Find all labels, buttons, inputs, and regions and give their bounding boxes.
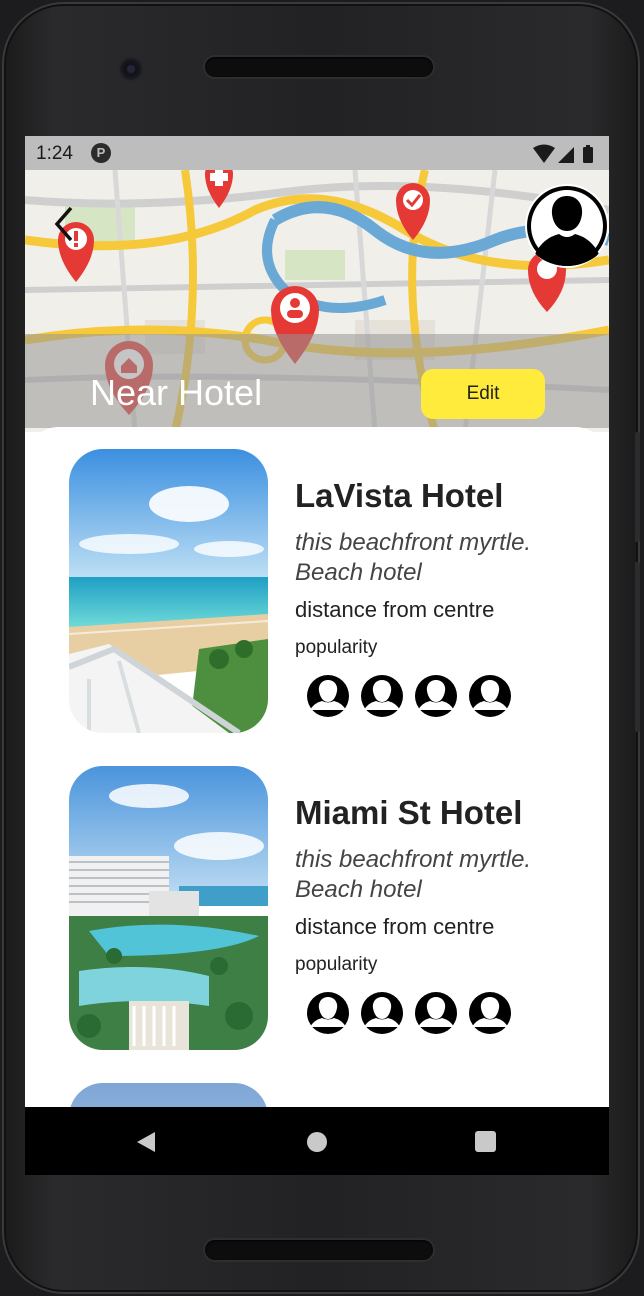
person-icon: [469, 675, 511, 717]
volume-button: [635, 562, 640, 732]
app-badge-icon: P: [91, 143, 111, 163]
bottom-speaker: [205, 1240, 433, 1260]
hotel-card[interactable]: Miami St Hotel this beachfront myrtle. B…: [69, 766, 589, 1056]
page-title: Near Hotel: [90, 372, 263, 413]
hotel-list: LaVista Hotel this beachfront myrtle. Be…: [25, 427, 609, 1117]
popularity-icons: [305, 990, 513, 1036]
wifi-icon: [533, 144, 555, 163]
person-icon: [469, 992, 511, 1034]
top-speaker: [205, 57, 433, 77]
status-bar: 1:24 P: [25, 136, 609, 170]
app-screen: 1:24 P Near Hotel Edit LaVista Hotel thi…: [25, 136, 609, 1175]
chevron-left-icon[interactable]: [49, 204, 79, 244]
person-silhouette-icon: [527, 186, 607, 266]
triangle-back-icon[interactable]: [135, 1130, 157, 1154]
person-icon: [361, 675, 403, 717]
hotel-description: this beachfront myrtle. Beach hotel: [295, 529, 532, 586]
popularity-icons: [305, 673, 513, 719]
signal-icon: [558, 147, 574, 163]
power-button: [635, 432, 640, 542]
person-icon: [415, 675, 457, 717]
battery-icon: [583, 147, 593, 163]
popularity-label: popularity: [295, 637, 378, 658]
hotel-name: Miami St Hotel: [295, 794, 523, 831]
square-recents-icon[interactable]: [475, 1131, 496, 1152]
hotel-distance: distance from centre: [295, 914, 495, 939]
hotel-card[interactable]: LaVista Hotel this beachfront myrtle. Be…: [69, 449, 589, 739]
popularity-label: popularity: [295, 954, 378, 975]
edit-button[interactable]: Edit: [421, 369, 545, 419]
hotel-distance: distance from centre: [295, 597, 495, 622]
circle-home-icon[interactable]: [307, 1132, 327, 1152]
profile-avatar[interactable]: [525, 184, 609, 268]
status-time: 1:24: [36, 143, 73, 164]
front-camera: [120, 58, 142, 80]
hotel-name: LaVista Hotel: [295, 477, 504, 514]
navigation-bar: [25, 1107, 609, 1175]
beach-balcony-photo: [69, 449, 268, 733]
person-icon: [361, 992, 403, 1034]
person-icon: [307, 675, 349, 717]
status-icons: [533, 144, 599, 169]
person-icon: [415, 992, 457, 1034]
hotel-description: this beachfront myrtle. Beach hotel: [295, 846, 532, 903]
resort-pool-photo: [69, 766, 268, 1050]
person-icon: [307, 992, 349, 1034]
